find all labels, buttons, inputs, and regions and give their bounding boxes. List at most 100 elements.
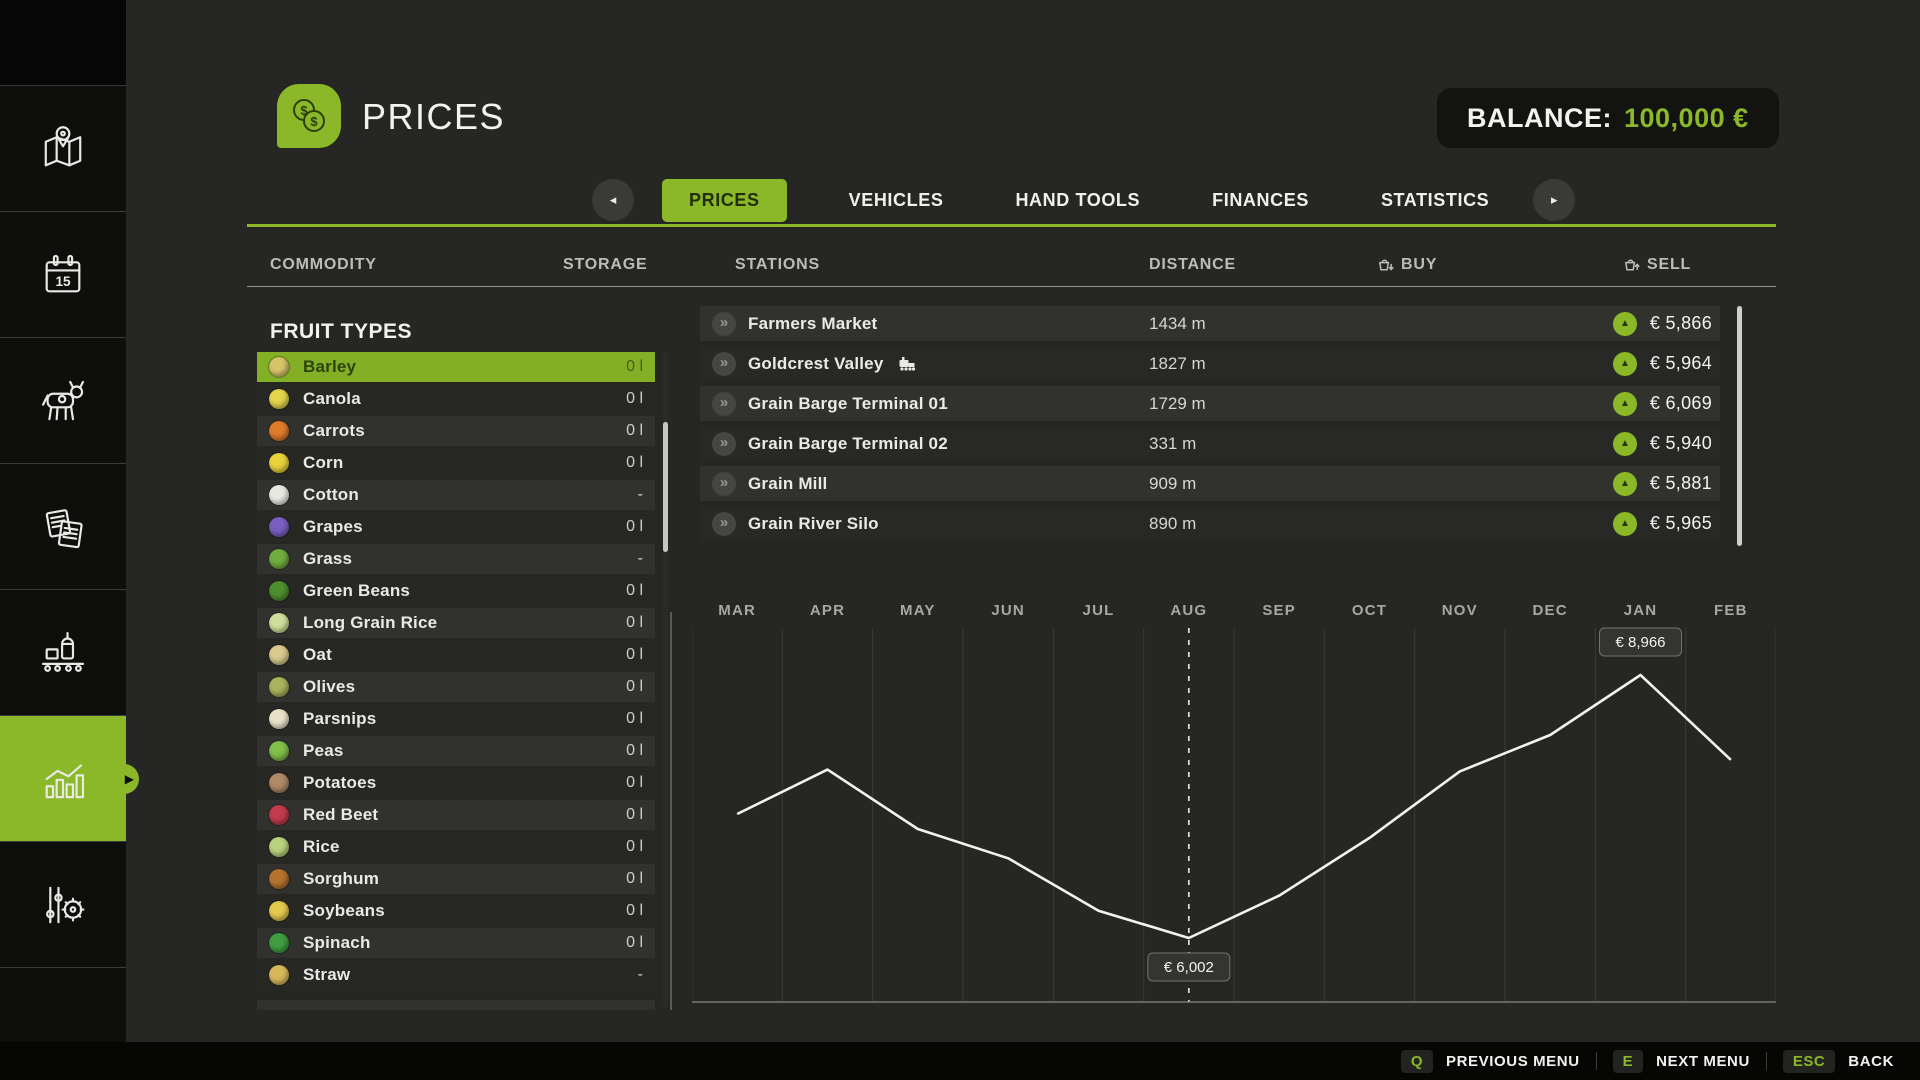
tab-vehicles[interactable]: VEHICLES xyxy=(839,179,954,222)
grass-icon xyxy=(269,549,289,569)
statistics-icon xyxy=(34,750,92,808)
sidebar: 15 xyxy=(0,0,126,1042)
station-row-goldcrest-valley[interactable]: Goldcrest Valley 1827 m€ 5,964 xyxy=(700,346,1720,381)
sidebar-item-production[interactable] xyxy=(0,590,126,716)
commodity-storage-value: - xyxy=(638,486,643,504)
tab-statistics[interactable]: STATISTICS xyxy=(1371,179,1499,222)
commodity-row-cotton[interactable]: Cotton- xyxy=(257,480,655,510)
commodity-name: Straw xyxy=(303,965,350,985)
commodity-row-grapes[interactable]: Grapes0 l xyxy=(257,512,655,542)
hint-previous-menu: QPREVIOUS MENU xyxy=(1401,1050,1580,1073)
commodity-row-canola[interactable]: Canola0 l xyxy=(257,384,655,414)
commodity-storage-value: - xyxy=(638,550,643,568)
peas-icon xyxy=(269,741,289,761)
station-row-grain-river-silo[interactable]: Grain River Silo890 m€ 5,965 xyxy=(700,506,1720,541)
commodity-list-clip-row xyxy=(257,1000,655,1010)
month-label: MAY xyxy=(900,602,936,619)
commodity-row-spinach[interactable]: Spinach0 l xyxy=(257,928,655,958)
sidebar-item-map[interactable] xyxy=(0,86,126,212)
sell-icon xyxy=(1623,257,1640,274)
commodity-list: Barley0 lCanola0 lCarrots0 lCorn0 lCotto… xyxy=(257,352,655,1010)
station-distance: 1434 m xyxy=(1149,314,1206,334)
station-sell-price: € 5,964 xyxy=(1650,353,1712,374)
column-buy-label: BUY xyxy=(1401,256,1437,274)
hotspot-icon xyxy=(712,352,736,376)
commodity-row-sorghum[interactable]: Sorghum0 l xyxy=(257,864,655,894)
commodity-storage-value: 0 l xyxy=(626,582,643,600)
page-title: PRICES xyxy=(362,96,505,138)
commodity-storage-value: - xyxy=(638,966,643,984)
commodity-row-oat[interactable]: Oat0 l xyxy=(257,640,655,670)
price-up-icon xyxy=(1613,312,1637,336)
potato-icon xyxy=(269,773,289,793)
column-buy[interactable]: BUY xyxy=(1377,256,1437,274)
month-label: JUL xyxy=(1083,602,1115,619)
tab-finances[interactable]: FINANCES xyxy=(1202,179,1319,222)
station-row-grain-barge-terminal-02[interactable]: Grain Barge Terminal 02331 m€ 5,940 xyxy=(700,426,1720,461)
commodity-row-red-beet[interactable]: Red Beet0 l xyxy=(257,800,655,830)
station-row-grain-mill[interactable]: Grain Mill909 m€ 5,881 xyxy=(700,466,1720,501)
train-icon xyxy=(898,356,918,372)
commodity-name: Potatoes xyxy=(303,773,376,793)
column-sell[interactable]: SELL xyxy=(1623,256,1691,274)
station-sell-price: € 6,069 xyxy=(1650,393,1712,414)
commodity-row-soybeans[interactable]: Soybeans0 l xyxy=(257,896,655,926)
commodity-name: Red Beet xyxy=(303,805,378,825)
soybeans-icon xyxy=(269,901,289,921)
commodity-row-long-grain-rice[interactable]: Long Grain Rice0 l xyxy=(257,608,655,638)
settings-icon xyxy=(34,876,92,934)
commodity-name: Corn xyxy=(303,453,343,473)
prices-app-icon: $ $ xyxy=(277,84,341,148)
sidebar-item-contracts[interactable] xyxy=(0,464,126,590)
station-row-grain-barge-terminal-01[interactable]: Grain Barge Terminal 011729 m€ 6,069 xyxy=(700,386,1720,421)
month-label: APR xyxy=(810,602,845,619)
price-annotation-text: € 8,966 xyxy=(1615,634,1665,651)
commodity-row-olives[interactable]: Olives0 l xyxy=(257,672,655,702)
commodity-name: Parsnips xyxy=(303,709,376,729)
commodity-row-parsnips[interactable]: Parsnips 0 l xyxy=(257,704,655,734)
column-commodity: COMMODITY xyxy=(270,256,377,274)
station-distance: 331 m xyxy=(1149,434,1196,454)
tab-hand-tools[interactable]: HAND TOOLS xyxy=(1005,179,1150,222)
tabs-prev-button[interactable] xyxy=(592,179,634,221)
hotspot-icon xyxy=(712,472,736,496)
svg-text:$: $ xyxy=(310,114,318,129)
station-row-farmers-market[interactable]: Farmers Market1434 m€ 5,866 xyxy=(700,306,1720,341)
sidebar-item-animals[interactable] xyxy=(0,338,126,464)
hint-label: PREVIOUS MENU xyxy=(1446,1053,1580,1070)
stations-scrollbar-thumb[interactable] xyxy=(1737,306,1742,546)
commodity-row-grass[interactable]: Grass- xyxy=(257,544,655,574)
tabs-next-button[interactable] xyxy=(1533,179,1575,221)
sidebar-item-calendar[interactable]: 15 xyxy=(0,212,126,338)
commodity-name: Barley xyxy=(303,357,356,377)
animals-icon xyxy=(34,372,92,430)
commodity-row-corn[interactable]: Corn0 l xyxy=(257,448,655,478)
tab-prices[interactable]: PRICES xyxy=(662,179,787,222)
commodity-storage-value: 0 l xyxy=(626,902,643,920)
station-distance: 1827 m xyxy=(1149,354,1206,374)
chart-left-scrollbar[interactable] xyxy=(670,612,672,1010)
oat-icon xyxy=(269,645,289,665)
commodity-row-potatoes[interactable]: Potatoes0 l xyxy=(257,768,655,798)
commodity-row-peas[interactable]: Peas0 l xyxy=(257,736,655,766)
commodity-storage-value: 0 l xyxy=(626,390,643,408)
commodity-scrollbar-thumb[interactable] xyxy=(663,422,668,552)
commodity-storage-value: 0 l xyxy=(626,710,643,728)
commodity-storage-value: 0 l xyxy=(626,358,643,376)
commodity-row-carrots[interactable]: Carrots0 l xyxy=(257,416,655,446)
price-up-icon xyxy=(1613,432,1637,456)
price-up-icon xyxy=(1613,472,1637,496)
sorghum-icon xyxy=(269,869,289,889)
commodity-row-green-beans[interactable]: Green Beans0 l xyxy=(257,576,655,606)
station-distance: 909 m xyxy=(1149,474,1196,494)
commodity-row-barley[interactable]: Barley 0 l xyxy=(257,352,655,382)
price-history-chart: MARAPRMAYJUNJULAUGSEPOCTNOVDECJANFEB€ 8,… xyxy=(692,598,1776,1012)
column-sell-label: SELL xyxy=(1647,256,1691,274)
sidebar-item-statistics[interactable]: ▶ xyxy=(0,716,126,842)
commodity-row-straw[interactable]: Straw - xyxy=(257,960,655,990)
commodity-row-rice[interactable]: Rice0 l xyxy=(257,832,655,862)
tab-bar: PRICES VEHICLES HAND TOOLS FINANCES STATISTI… xyxy=(592,176,1575,224)
commodity-storage-value: 0 l xyxy=(626,934,643,952)
sidebar-item-settings[interactable] xyxy=(0,842,126,968)
buy-icon xyxy=(1377,257,1394,274)
